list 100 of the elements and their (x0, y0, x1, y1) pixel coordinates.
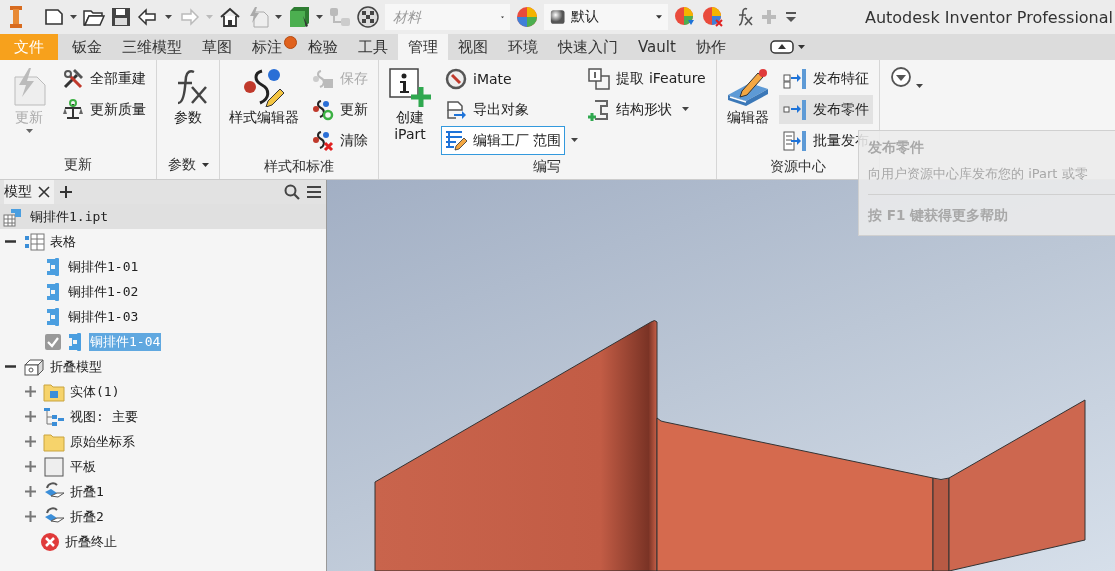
add-tab-icon[interactable] (60, 186, 72, 198)
tree-toggle-icon[interactable] (25, 461, 36, 472)
batch-publish-icon (782, 129, 807, 152)
caret-icon[interactable] (682, 107, 690, 112)
save-icon[interactable] (111, 7, 131, 27)
tooltip-description: 向用户资源中心库发布您的 iPart 或零 (868, 166, 1088, 181)
customize-caret-icon[interactable] (784, 10, 798, 24)
ribbon-group-title: 资源中心 (769, 157, 826, 176)
puzzle-part-icon (45, 281, 61, 302)
ribbon-tab[interactable]: 环境 (498, 34, 548, 60)
material-input[interactable]: 材料 (391, 8, 495, 26)
tree-item-label[interactable]: 折叠2 (69, 507, 105, 526)
caret-icon[interactable] (165, 14, 172, 20)
search-icon[interactable] (284, 184, 300, 200)
ribbon-large-button[interactable]: 样式编辑器 (226, 64, 302, 129)
ribbon-button[interactable]: 提取 iFeature (584, 64, 710, 93)
extract-feature-icon (588, 67, 611, 90)
tree-toggle-icon[interactable] (25, 436, 36, 447)
caret-icon[interactable] (656, 14, 662, 20)
ribbon-tab[interactable]: 草图 (192, 34, 242, 60)
checkbox-icon[interactable] (45, 333, 61, 350)
appearance-dropdown[interactable]: 默认 (544, 4, 668, 30)
circle-dropdown-icon[interactable] (889, 66, 912, 88)
tooltip-title: 发布零件 (868, 139, 925, 157)
ribbon-large-button[interactable]: 编辑器 (722, 64, 773, 129)
ribbon-large-button[interactable]: 创建 iPart (385, 64, 435, 146)
window-title: Autodesk Inventor Professional (864, 7, 1113, 27)
tree-item-label[interactable]: 折叠1 (69, 482, 105, 501)
publish-feature-icon (782, 67, 807, 90)
caret-icon[interactable] (797, 44, 805, 50)
ribbon-large-button[interactable]: 参数 (163, 64, 213, 129)
tree-item-label[interactable]: 铜排件1-02 (67, 282, 140, 301)
ribbon-tab[interactable]: 工具 (348, 34, 398, 60)
tree-item-label[interactable]: 铜排件1-03 (67, 307, 140, 326)
tree-toggle-icon[interactable] (25, 386, 36, 397)
ribbon-button[interactable]: 发布零件 (778, 95, 873, 124)
ribbon-button[interactable]: 清除 (308, 126, 372, 155)
info-plus-icon (388, 67, 432, 107)
puzzle-part-icon (45, 306, 61, 327)
material-dropdown[interactable]: 材料 (385, 4, 510, 30)
ribbon-toggle-icon[interactable] (769, 40, 794, 54)
ribbon-group-title: 更新 (64, 156, 92, 174)
caret-icon[interactable] (915, 84, 923, 89)
ribbon-tab[interactable]: 检验 (298, 34, 348, 60)
ribbon-tab[interactable]: Vault (628, 34, 686, 60)
ribbon-tab[interactable]: 钣金 (62, 34, 112, 60)
publish-part-icon (782, 98, 807, 121)
browser-tab[interactable]: 模型 (4, 180, 54, 204)
tree-item-label[interactable]: 平板 (69, 457, 97, 476)
tree-root-label[interactable]: 铜排件1.ipt (29, 207, 110, 226)
ribbon-button[interactable]: 更新质量 (58, 95, 150, 124)
tree-item-label[interactable]: 视图: 主要 (69, 407, 139, 426)
tree-item-label[interactable]: 铜排件1-01 (67, 257, 140, 276)
ribbon-button[interactable]: 导出对象 (441, 95, 533, 124)
ribbon-tab[interactable]: 标注 (242, 34, 298, 60)
tree-toggle-icon[interactable] (25, 411, 36, 422)
view-tree-icon (43, 406, 65, 427)
box-arrow-icon[interactable] (288, 6, 310, 28)
menu-icon[interactable] (306, 185, 322, 199)
tree-item-label[interactable]: 原始坐标系 (69, 432, 136, 451)
color-wheel-icon[interactable] (516, 6, 538, 28)
ribbon-group-title: 参数 (167, 156, 196, 174)
caret-icon[interactable] (571, 138, 579, 143)
ribbon-tab[interactable]: 快速入门 (548, 34, 628, 60)
color-wheel-x-icon[interactable] (702, 6, 724, 28)
tree-item-label[interactable]: 表格 (49, 232, 77, 251)
new-file-icon[interactable] (44, 7, 64, 27)
save-style-icon (312, 67, 334, 90)
tree-toggle-icon[interactable] (25, 486, 36, 497)
style-delete-icon (312, 129, 334, 152)
ribbon-button[interactable]: 全部重建 (58, 64, 150, 93)
caret-icon[interactable] (70, 14, 77, 20)
tree-item-label[interactable]: 折叠终止 (64, 532, 118, 551)
ribbon-tab[interactable]: 协作 (685, 34, 736, 60)
ribbon-button[interactable]: 更新 (308, 95, 372, 124)
home-icon[interactable] (219, 7, 241, 27)
hammer-wrench-icon (62, 67, 84, 90)
caret-icon[interactable] (201, 162, 209, 168)
browser-tab-label: 模型 (4, 183, 32, 201)
ribbon-tab[interactable]: 管理 (398, 34, 448, 60)
ribbon-button[interactable]: iMate (441, 64, 516, 93)
ribbon-button[interactable]: 编辑工厂 范围 (441, 126, 566, 155)
tree-item-label[interactable]: 折叠模型 (49, 357, 103, 376)
structural-shape-icon (588, 98, 611, 121)
table-pencil-icon (445, 129, 467, 152)
checkered-sphere-icon[interactable] (357, 6, 379, 28)
close-icon[interactable] (38, 186, 50, 198)
tree-item-label[interactable]: 实体(1) (69, 382, 121, 401)
ribbon-button[interactable]: 结构形状 (584, 95, 677, 124)
ribbon-tab[interactable]: 视图 (448, 34, 498, 60)
caret-icon[interactable] (275, 14, 282, 20)
ribbon-tab[interactable]: 三维模型 (112, 34, 192, 60)
undo-icon[interactable] (137, 8, 159, 26)
ribbon-button[interactable]: 发布特征 (778, 64, 873, 93)
app-logo-icon[interactable] (8, 5, 24, 29)
tree-toggle-icon[interactable] (25, 511, 36, 522)
open-folder-icon[interactable] (83, 7, 105, 27)
plate-icon (43, 456, 65, 477)
caret-icon[interactable] (316, 14, 323, 20)
table-icon (23, 231, 45, 252)
